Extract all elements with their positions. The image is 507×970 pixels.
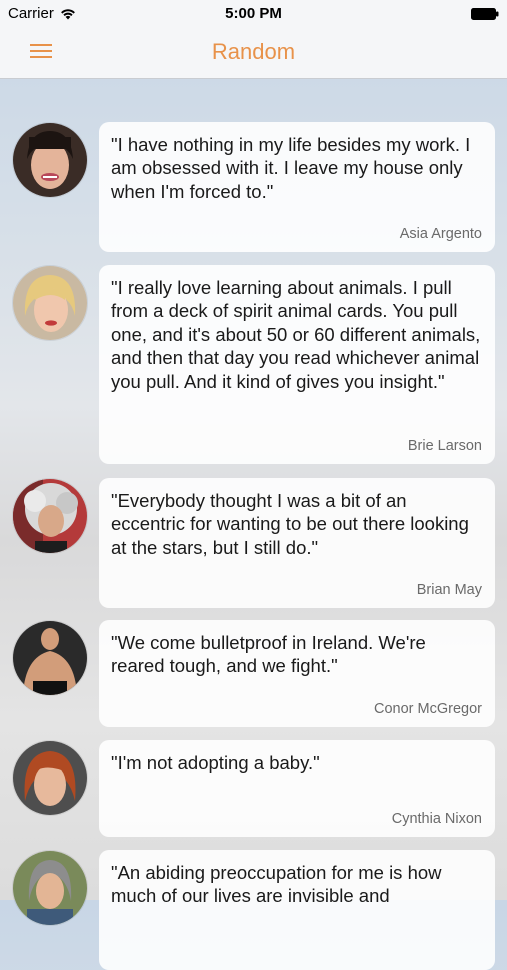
battery-icon [471, 8, 499, 20]
quote-card[interactable]: "An abiding preoccupation for me is how … [99, 850, 495, 970]
avatar-portrait-icon [13, 123, 87, 197]
quote-text: "I'm not adopting a baby." [111, 752, 320, 773]
avatar[interactable] [12, 122, 88, 198]
avatar-portrait-icon [13, 851, 87, 925]
status-time: 5:00 PM [225, 5, 282, 22]
navigation-bar: Random [0, 28, 507, 79]
quote-text: "An abiding preoccupation for me is how … [111, 862, 442, 907]
quote-author: Asia Argento [399, 226, 482, 242]
page-title: Random [211, 39, 296, 64]
avatar[interactable] [12, 620, 88, 696]
avatar-portrait-icon [13, 621, 87, 695]
avatar-portrait-icon [13, 741, 87, 815]
quote-card[interactable]: "Everybody thought I was a bit of an ecc… [99, 478, 495, 608]
quote-card[interactable]: "I have nothing in my life besides my wo… [99, 122, 495, 252]
avatar[interactable] [12, 265, 88, 341]
quote-card[interactable]: "We come bulletproof in Ireland. We're r… [99, 620, 495, 727]
quote-text: "I have nothing in my life besides my wo… [111, 134, 471, 202]
quote-text: "Everybody thought I was a bit of an ecc… [111, 490, 469, 558]
quote-author: Conor McGregor [374, 701, 482, 717]
avatar[interactable] [12, 478, 88, 554]
quote-card[interactable]: "I'm not adopting a baby." Cynthia Nixon [99, 740, 495, 837]
avatar[interactable] [12, 740, 88, 816]
avatar[interactable] [12, 850, 88, 926]
quote-author: Brie Larson [407, 438, 482, 454]
quote-card[interactable]: "I really love learning about animals. I… [99, 265, 495, 464]
quote-text: "We come bulletproof in Ireland. We're r… [111, 632, 426, 677]
avatar-portrait-icon [13, 266, 87, 340]
status-bar: Carrier 5:00 PM [0, 0, 507, 28]
quote-author: Cynthia Nixon [391, 811, 482, 827]
quote-author: Brian May [416, 582, 482, 598]
quote-text: "I really love learning about animals. I… [111, 277, 481, 392]
avatar-portrait-icon [13, 479, 87, 553]
